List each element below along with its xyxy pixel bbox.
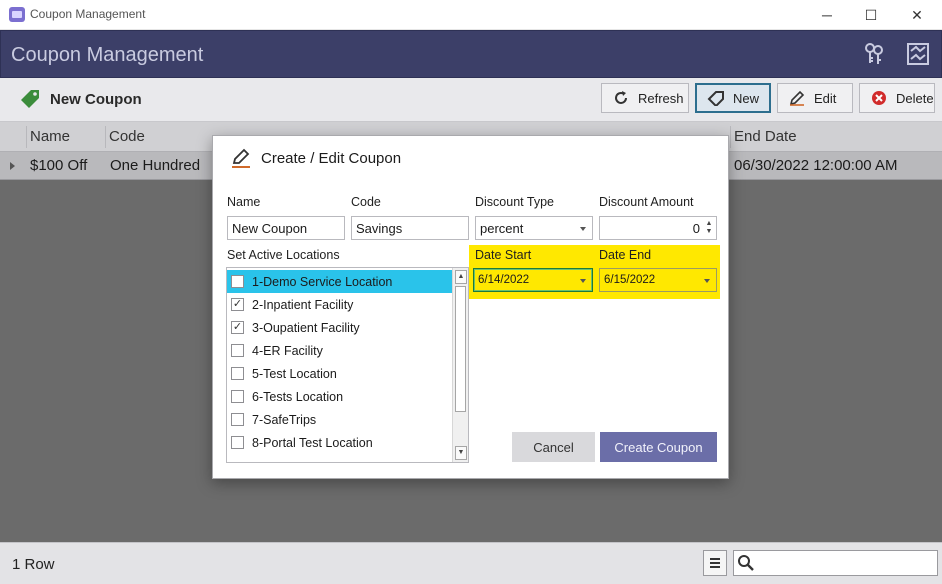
list-item[interactable]: 5-Test Location <box>227 362 452 385</box>
cell-name: $100 Off <box>30 157 88 174</box>
cell-code: One Hundred <box>110 157 201 174</box>
scroll-up-icon[interactable]: ▲ <box>455 270 467 284</box>
window-title: Coupon Management <box>30 7 146 21</box>
spinner-arrows-icon[interactable]: ▲ ▼ <box>705 220 713 236</box>
column-separator <box>26 126 27 148</box>
create-coupon-button[interactable]: Create Coupon <box>600 432 717 462</box>
date-end-picker[interactable]: 6/15/2022 <box>599 268 717 292</box>
dialog-title: Create / Edit Coupon <box>261 150 402 167</box>
location-label: 3-Oupatient Facility <box>252 320 360 335</box>
refresh-icon <box>612 89 630 107</box>
window-title-bar: Coupon Management ─ ☐ ✕ <box>0 0 942 30</box>
checkbox[interactable]: ✓ <box>231 298 244 311</box>
discount-amount-value: 0 <box>692 221 700 236</box>
maximize-button[interactable]: ☐ <box>856 4 886 26</box>
list-item[interactable]: 4-ER Facility <box>227 339 452 362</box>
date-start-picker[interactable]: 6/14/2022 <box>473 268 593 292</box>
menu-icon <box>710 558 720 568</box>
checkbox[interactable] <box>231 390 244 403</box>
list-item[interactable]: 1-Demo Service Location <box>227 270 452 293</box>
delete-button[interactable]: Delete <box>859 83 935 113</box>
name-label: Name <box>227 195 261 209</box>
column-header-code[interactable]: Code <box>109 128 145 145</box>
delete-label: Delete <box>896 90 934 106</box>
location-label: 2-Inpatient Facility <box>252 297 354 312</box>
column-header-name[interactable]: Name <box>30 128 70 145</box>
page-title: New Coupon <box>50 91 142 108</box>
list-item[interactable]: 7-SafeTrips <box>227 408 452 431</box>
chevron-down-icon <box>580 279 586 283</box>
report-icon[interactable] <box>905 41 931 67</box>
app-title: Coupon Management <box>11 44 204 66</box>
row-count: 1 Row <box>12 556 55 573</box>
cancel-button[interactable]: Cancel <box>512 432 595 462</box>
list-item[interactable]: 8-Portal Test Location <box>227 431 452 454</box>
delete-icon <box>870 89 888 107</box>
row-indicator-icon <box>10 162 15 170</box>
new-tag-icon <box>707 89 725 107</box>
cell-end-date: 06/30/2022 12:00:00 AM <box>734 157 898 174</box>
location-label: 4-ER Facility <box>252 343 323 358</box>
list-item[interactable]: 6-Tests Location <box>227 385 452 408</box>
new-label: New <box>733 90 760 106</box>
checkbox[interactable] <box>231 344 244 357</box>
keys-icon[interactable] <box>861 41 887 67</box>
locations-list[interactable]: 1-Demo Service Location ✓ 2-Inpatient Fa… <box>226 267 469 463</box>
edit-button[interactable]: Edit <box>777 83 853 113</box>
location-label: 5-Test Location <box>252 366 337 381</box>
tag-icon <box>21 90 39 108</box>
checkbox[interactable] <box>231 367 244 380</box>
scroll-thumb[interactable] <box>455 286 466 412</box>
grid-menu-button[interactable] <box>703 550 727 576</box>
location-label: 1-Demo Service Location <box>252 274 393 289</box>
discount-type-value: percent <box>480 221 524 236</box>
discount-amount-stepper[interactable]: 0 ▲ ▼ <box>599 216 717 240</box>
discount-type-label: Discount Type <box>475 195 554 209</box>
column-separator <box>730 126 731 148</box>
list-item[interactable]: ✓ 3-Oupatient Facility <box>227 316 452 339</box>
location-label: 7-SafeTrips <box>252 412 317 427</box>
create-edit-coupon-dialog: Create / Edit Coupon Name Code Discount … <box>212 135 729 479</box>
column-separator <box>105 126 106 148</box>
list-item[interactable]: ✓ 2-Inpatient Facility <box>227 293 452 316</box>
discount-amount-label: Discount Amount <box>599 195 694 209</box>
minimize-button[interactable]: ─ <box>812 4 842 26</box>
app-icon <box>9 7 25 22</box>
refresh-button[interactable]: Refresh <box>601 83 689 113</box>
name-field[interactable] <box>227 216 345 240</box>
locations-label: Set Active Locations <box>227 248 340 262</box>
date-start-label: Date Start <box>475 248 532 262</box>
code-field[interactable] <box>351 216 469 240</box>
list-scrollbar[interactable]: ▲ ▼ <box>452 268 468 462</box>
date-start-value: 6/14/2022 <box>478 274 530 286</box>
date-end-label: Date End <box>599 248 652 262</box>
app-header: Coupon Management <box>0 30 942 78</box>
status-bar: 1 Row <box>0 542 942 584</box>
new-button[interactable]: New <box>695 83 771 113</box>
code-label: Code <box>351 195 381 209</box>
checkbox[interactable] <box>231 275 244 288</box>
search-input[interactable] <box>733 550 938 576</box>
toolbar: New Coupon Refresh New Edit Delete <box>0 78 942 122</box>
checkbox[interactable]: ✓ <box>231 321 244 334</box>
edit-label: Edit <box>814 90 837 106</box>
location-label: 6-Tests Location <box>252 389 344 404</box>
pencil-icon <box>788 89 806 107</box>
search-icon <box>738 555 754 571</box>
refresh-label: Refresh <box>638 90 684 106</box>
chevron-down-icon <box>704 279 710 283</box>
date-end-value: 6/15/2022 <box>604 274 656 286</box>
close-button[interactable]: ✕ <box>902 4 932 26</box>
checkbox[interactable] <box>231 436 244 449</box>
location-label: 8-Portal Test Location <box>252 435 373 450</box>
pencil-icon <box>232 148 250 168</box>
chevron-down-icon <box>580 227 586 231</box>
scroll-down-icon[interactable]: ▼ <box>455 446 467 460</box>
column-header-end-date[interactable]: End Date <box>734 128 797 145</box>
discount-type-select[interactable]: percent <box>475 216 593 240</box>
checkbox[interactable] <box>231 413 244 426</box>
